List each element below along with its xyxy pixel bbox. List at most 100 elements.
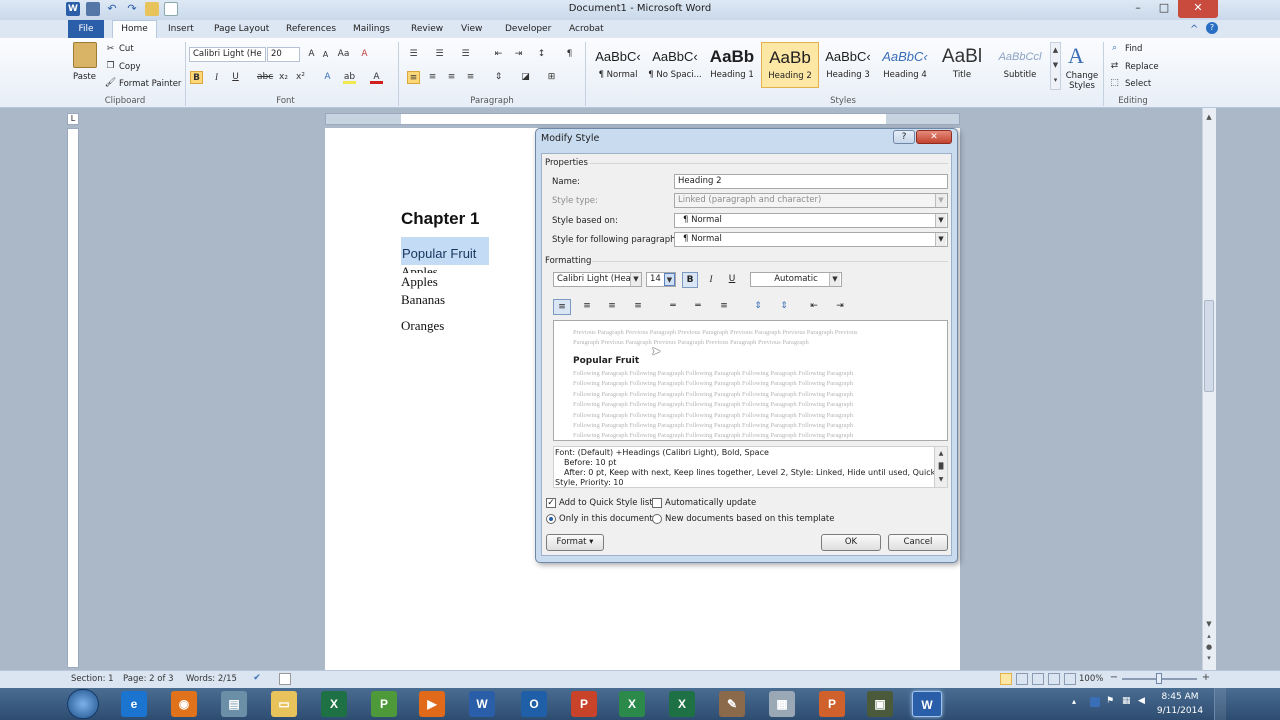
dialog-help-button[interactable]: ? [893, 130, 915, 144]
bold-icon[interactable]: B [190, 71, 203, 84]
firefox-icon[interactable]: ◉ [171, 691, 197, 717]
chapter-heading[interactable]: Chapter 1 [401, 209, 479, 229]
chevron-down-icon[interactable]: ▼ [664, 273, 675, 286]
auto-update-checkbox[interactable] [652, 498, 662, 508]
zoom-slider-thumb[interactable] [1156, 673, 1162, 684]
list-item[interactable]: Bananas [401, 292, 445, 308]
spreadsheet-icon[interactable]: X [619, 691, 645, 717]
tab-insert[interactable]: Insert [168, 20, 194, 38]
borders-icon[interactable]: ⊞ [545, 71, 558, 84]
cancel-button[interactable]: Cancel [888, 534, 948, 551]
section-indicator[interactable]: Section: 1 [71, 674, 114, 684]
calculator-icon[interactable]: ▦ [769, 691, 795, 717]
media-player-icon[interactable]: ▶ [419, 691, 445, 717]
program-icon[interactable]: ▤ [221, 691, 247, 717]
only-this-document-label[interactable]: Only in this document [559, 514, 653, 524]
copy-button[interactable]: Copy [119, 62, 141, 72]
bold-button[interactable]: B [682, 272, 698, 288]
tab-page-layout[interactable]: Page Layout [214, 20, 269, 38]
add-quick-style-checkbox[interactable]: ✓ [546, 498, 556, 508]
excel-file-icon[interactable]: X [669, 691, 695, 717]
format-painter-button[interactable]: Format Painter [119, 79, 181, 89]
tool-icon[interactable]: ✎ [719, 691, 745, 717]
word-active-icon[interactable]: W [912, 691, 942, 717]
ok-button[interactable]: OK [821, 534, 881, 551]
close-button[interactable]: ✕ [1178, 0, 1218, 18]
action-center-flag-icon[interactable]: ⚑ [1106, 696, 1116, 708]
powerpoint-icon[interactable]: P [571, 691, 597, 717]
publisher-icon[interactable]: P [371, 691, 397, 717]
align-left-icon[interactable]: ≡ [407, 71, 420, 84]
strikethrough-icon[interactable]: abc [257, 71, 273, 84]
word-count[interactable]: Words: 2/15 [186, 674, 237, 684]
minimize-button[interactable]: – [1126, 0, 1150, 18]
format-painter-icon[interactable]: 🖌 [104, 77, 117, 90]
underline-icon[interactable]: U [229, 71, 242, 84]
font-size-box[interactable]: 20 [267, 47, 300, 62]
list-item[interactable]: Apples [401, 264, 438, 273]
style-heading-4[interactable]: AaBbC‹ Heading 4 [876, 42, 934, 88]
clock-date[interactable]: 9/11/2014 [1150, 706, 1210, 716]
proofing-icon[interactable]: ✔ [251, 673, 263, 685]
style-based-on-select[interactable]: ¶ Normal [674, 213, 948, 228]
previous-page-icon[interactable]: ▴ [1204, 632, 1214, 642]
tab-mailings[interactable]: Mailings [353, 20, 390, 38]
browse-object-icon[interactable]: ● [1204, 643, 1214, 653]
outline-view-icon[interactable] [1048, 673, 1060, 685]
following-paragraph-select[interactable]: ¶ Normal [674, 232, 948, 247]
align-center-icon[interactable]: ≡ [578, 299, 596, 315]
excel-icon[interactable]: X [321, 691, 347, 717]
decrease-indent-icon[interactable]: ⇤ [805, 299, 823, 315]
increase-indent-icon[interactable]: ⇥ [831, 299, 849, 315]
web-layout-icon[interactable] [1032, 673, 1044, 685]
list-item[interactable]: Apples [401, 274, 438, 290]
tab-file[interactable]: File [68, 20, 104, 38]
style-title[interactable]: AaBl Title [933, 42, 991, 88]
tab-references[interactable]: References [286, 20, 336, 38]
text-effects-icon[interactable]: A [321, 71, 334, 84]
full-screen-reading-icon[interactable] [1016, 673, 1028, 685]
format-menu-button[interactable]: Format ▾ [546, 534, 604, 551]
styles-gallery-scroll[interactable]: ▲ ▼ ▾ [1050, 42, 1061, 90]
draft-view-icon[interactable] [1064, 673, 1076, 685]
next-page-icon[interactable]: ▾ [1204, 654, 1214, 664]
horizontal-ruler[interactable] [325, 113, 960, 125]
tab-selector-icon[interactable]: L [67, 113, 79, 125]
select-icon[interactable]: ⬚ [1108, 77, 1121, 90]
tray-arrow-icon[interactable]: ▴ [1072, 697, 1080, 707]
decrease-spacing-before-icon[interactable]: ⇕ [775, 299, 793, 315]
zoom-out-icon[interactable]: − [1108, 673, 1120, 685]
chevron-down-icon[interactable]: ▼ [630, 273, 641, 286]
decrease-indent-icon[interactable]: ⇤ [492, 48, 505, 61]
italic-icon[interactable]: I [210, 71, 223, 84]
shrink-font-icon[interactable]: A [319, 48, 332, 61]
auto-update-label[interactable]: Automatically update [665, 498, 756, 508]
select-button[interactable]: Select [1125, 79, 1151, 89]
print-layout-icon[interactable] [1000, 673, 1012, 685]
justify-icon[interactable]: ≡ [464, 71, 477, 84]
font-name-select[interactable]: Calibri Light (Headin [553, 272, 642, 287]
italic-button[interactable]: I [703, 272, 719, 288]
macro-recording-icon[interactable] [279, 673, 291, 685]
style-subtitle[interactable]: AaBbCcl Subtitle [991, 42, 1049, 88]
file-explorer-icon[interactable]: ▭ [271, 691, 297, 717]
scroll-up-icon[interactable]: ▲ [1204, 113, 1214, 125]
maximize-button[interactable]: □ [1152, 0, 1176, 18]
page-indicator[interactable]: Page: 2 of 3 [123, 674, 174, 684]
change-styles-button[interactable]: Change Styles [1064, 71, 1100, 91]
show-desktop-button[interactable] [1214, 688, 1226, 720]
font-color-icon[interactable]: A [370, 71, 383, 84]
tab-developer[interactable]: Developer [505, 20, 551, 38]
subscript-icon[interactable]: x₂ [277, 71, 290, 84]
copy-icon[interactable]: ❐ [104, 60, 117, 73]
tab-view[interactable]: View [461, 20, 482, 38]
paste-button[interactable]: Paste [73, 72, 96, 82]
powerpoint-file-icon[interactable]: P [819, 691, 845, 717]
align-right-icon[interactable]: ≡ [445, 71, 458, 84]
double-spacing-icon[interactable]: ≡ [715, 299, 733, 315]
chevron-down-icon[interactable]: ▼ [829, 273, 840, 286]
help-icon[interactable]: ? [1206, 22, 1218, 34]
highlight-color-icon[interactable]: ab [343, 71, 356, 84]
internet-explorer-icon[interactable]: e [121, 691, 147, 717]
align-left-icon[interactable]: ≡ [553, 299, 571, 315]
